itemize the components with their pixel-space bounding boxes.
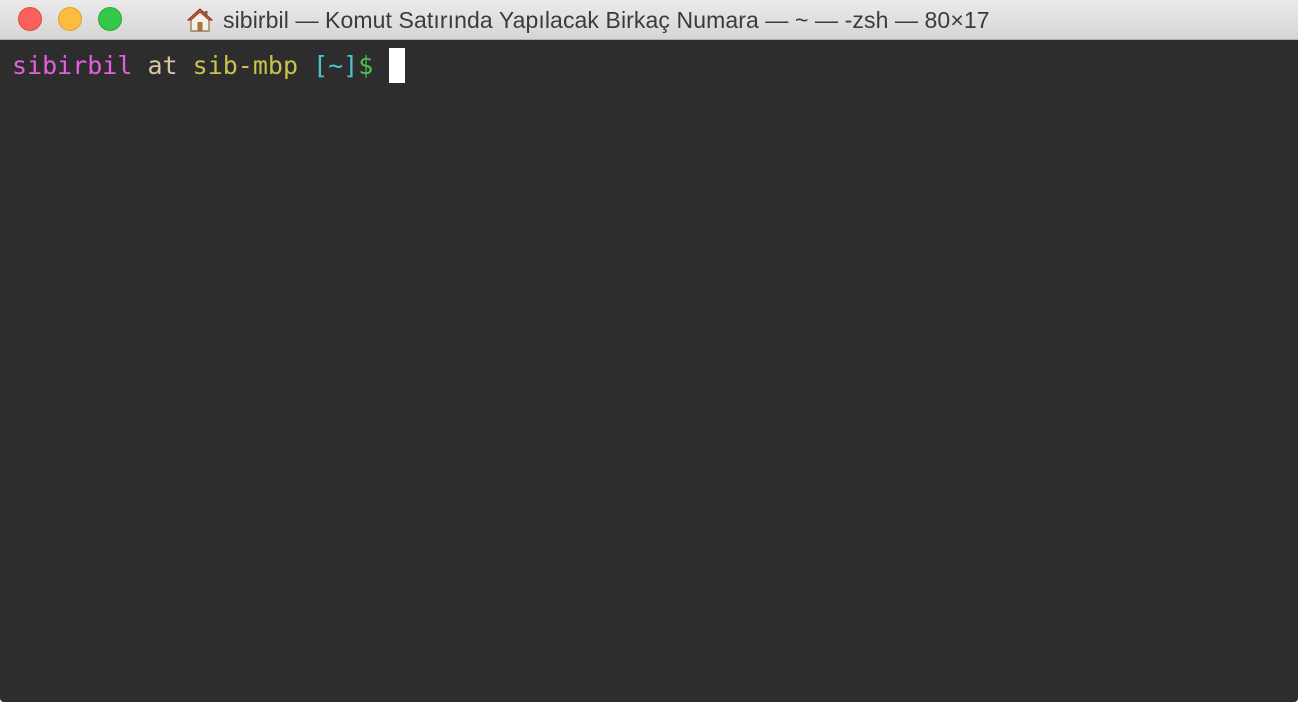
- text-cursor[interactable]: [389, 47, 406, 83]
- shell-prompt: sibirbil at sib-mbp [~] $: [12, 46, 406, 84]
- terminal-content[interactable]: sibirbil at sib-mbp [~] $: [0, 40, 1298, 702]
- home-icon: [186, 7, 214, 33]
- minimize-button[interactable]: [58, 7, 82, 31]
- prompt-cwd: [~]: [313, 50, 359, 80]
- prompt-user: sibirbil: [12, 50, 133, 80]
- window-title: sibirbil — Komut Satırında Yapılacak Bir…: [223, 6, 990, 33]
- zoom-button[interactable]: [98, 7, 122, 31]
- terminal-window: sibirbil — Komut Satırında Yapılacak Bir…: [0, 0, 1298, 702]
- window-title-group: sibirbil — Komut Satırında Yapılacak Bir…: [186, 0, 990, 40]
- prompt-host: sib-mbp: [192, 50, 298, 80]
- title-bar[interactable]: sibirbil — Komut Satırında Yapılacak Bir…: [0, 0, 1298, 40]
- prompt-at: at: [132, 50, 193, 80]
- prompt-symbol: $: [358, 50, 374, 80]
- close-button[interactable]: [18, 7, 42, 31]
